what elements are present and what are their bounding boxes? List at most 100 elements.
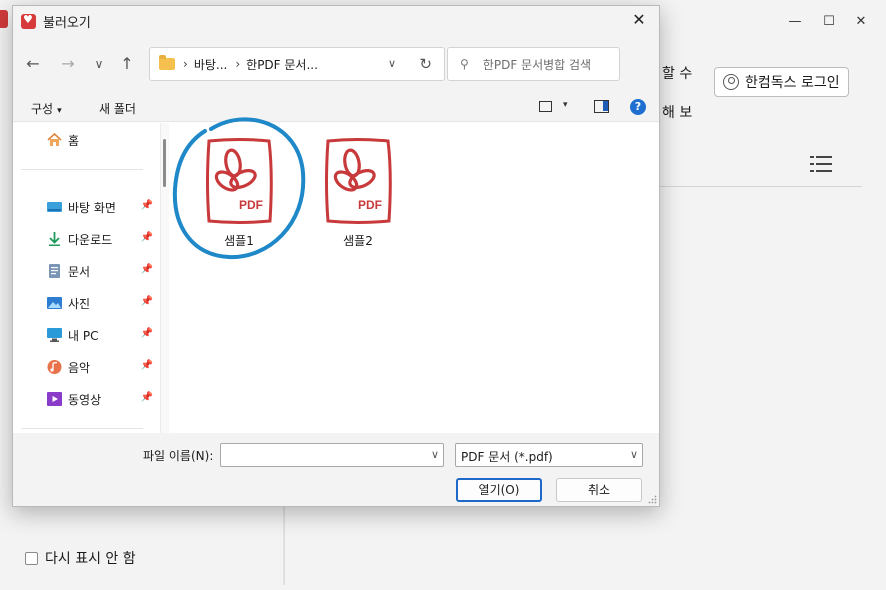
search-icon: ⚲ bbox=[460, 57, 469, 71]
breadcrumb-separator: › bbox=[235, 57, 241, 71]
divider bbox=[660, 186, 862, 187]
sidebar-item-label: 동영상 bbox=[68, 392, 102, 407]
sidebar-item-this-pc[interactable]: 내 PC 📌 bbox=[47, 326, 153, 344]
sidebar-item-label: 내 PC bbox=[68, 328, 99, 343]
file-type-value: PDF 문서 (*.pdf) bbox=[461, 450, 553, 464]
breadcrumb-current-folder[interactable]: 한PDF 문서... bbox=[246, 56, 318, 73]
pin-icon[interactable]: 📌 bbox=[141, 360, 153, 371]
resize-grip-icon[interactable] bbox=[648, 495, 657, 504]
pin-icon[interactable]: 📌 bbox=[141, 200, 153, 211]
navigation-bar: ← → ∨ ↑ › 바탕... › 한PDF 문서... ∨ ↻ ⚲ 한PDF … bbox=[13, 36, 659, 92]
divider bbox=[21, 169, 143, 170]
pdf-file-icon: PDF bbox=[206, 138, 273, 224]
cancel-button[interactable]: 취소 bbox=[556, 478, 642, 502]
organize-button[interactable]: 구성 ▾ bbox=[31, 100, 62, 117]
organize-label: 구성 bbox=[31, 102, 54, 116]
dialog-title: 불러오기 bbox=[43, 15, 91, 31]
file-type-select[interactable]: PDF 문서 (*.pdf) ∨ bbox=[455, 443, 643, 467]
close-icon[interactable]: ✕ bbox=[631, 12, 647, 28]
pin-icon[interactable]: 📌 bbox=[141, 232, 153, 243]
up-arrow-icon[interactable]: ↑ bbox=[117, 54, 137, 74]
open-button[interactable]: 열기(O) bbox=[456, 478, 542, 502]
file-list-area: PDF 샘플1 PDF 샘플2 bbox=[169, 117, 659, 433]
divider bbox=[284, 505, 285, 585]
sidebar-scrollbar[interactable] bbox=[161, 123, 169, 433]
scrollbar-thumb[interactable] bbox=[163, 139, 166, 187]
sidebar-item-label: 문서 bbox=[68, 264, 91, 279]
divider bbox=[21, 428, 143, 429]
partial-text: 해 보 bbox=[662, 105, 693, 121]
pictures-icon bbox=[47, 296, 62, 310]
sidebar-item-label: 바탕 화면 bbox=[68, 200, 116, 215]
download-icon bbox=[47, 232, 62, 246]
sidebar-item-music[interactable]: 음악 📌 bbox=[47, 358, 153, 376]
file-name: 샘플1 bbox=[224, 234, 254, 248]
login-label: 한컴독스 로그인 bbox=[745, 75, 840, 91]
filename-label: 파일 이름(N): bbox=[143, 449, 214, 463]
sidebar-item-home[interactable]: 홈 bbox=[47, 131, 153, 149]
video-icon bbox=[47, 392, 62, 406]
sidebar-item-label: 홈 bbox=[68, 133, 80, 148]
desktop-icon bbox=[47, 200, 62, 214]
folder-icon bbox=[159, 55, 175, 70]
file-name: 샘플2 bbox=[343, 234, 373, 248]
file-item[interactable]: PDF 샘플2 bbox=[313, 133, 403, 249]
address-bar[interactable]: › 바탕... › 한PDF 문서... ∨ ↻ bbox=[149, 47, 445, 81]
pin-icon[interactable]: 📌 bbox=[141, 392, 153, 403]
app-close-button[interactable]: ✕ bbox=[853, 14, 869, 30]
partial-text: 할 수 bbox=[662, 66, 693, 82]
sidebar-item-downloads[interactable]: 다운로드 📌 bbox=[47, 230, 153, 248]
navigation-pane: 홈 바탕 화면 📌 다운로드 📌 문서 📌 사진 📌 내 PC 📌 음악 📌 동… bbox=[13, 123, 161, 433]
sidebar-item-videos[interactable]: 동영상 📌 bbox=[47, 390, 153, 408]
dont-show-again-checkbox[interactable] bbox=[25, 551, 38, 565]
dont-show-again-label: 다시 표시 안 함 bbox=[45, 551, 136, 567]
dialog-footer: 파일 이름(N): ∨ PDF 문서 (*.pdf) ∨ 열기(O) 취소 bbox=[13, 433, 659, 506]
pin-icon[interactable]: 📌 bbox=[141, 328, 153, 339]
sidebar-item-pictures[interactable]: 사진 📌 bbox=[47, 294, 153, 312]
app-icon bbox=[21, 13, 36, 29]
breadcrumb-separator: › bbox=[183, 57, 188, 71]
search-input[interactable]: ⚲ 한PDF 문서병합 검색 bbox=[447, 47, 620, 81]
search-placeholder: 한PDF 문서병합 검색 bbox=[482, 57, 592, 72]
minimize-button[interactable]: — bbox=[787, 14, 803, 30]
caret-down-icon: ▾ bbox=[57, 106, 62, 116]
sidebar-item-label: 다운로드 bbox=[68, 232, 113, 247]
breadcrumb-desktop[interactable]: 바탕... bbox=[194, 56, 228, 73]
music-icon bbox=[47, 360, 62, 374]
file-item[interactable]: PDF 샘플1 bbox=[194, 133, 284, 249]
user-icon bbox=[723, 74, 739, 90]
filename-input[interactable]: ∨ bbox=[220, 443, 444, 467]
pin-icon[interactable]: 📌 bbox=[141, 264, 153, 275]
command-bar: 구성 ▾ 새 폴더 ▾ ? bbox=[13, 92, 659, 122]
recent-locations-icon[interactable]: ∨ bbox=[89, 54, 109, 74]
chevron-down-icon[interactable]: ∨ bbox=[388, 57, 396, 70]
list-view-icon[interactable] bbox=[810, 155, 832, 173]
forward-arrow-icon[interactable]: → bbox=[58, 54, 78, 74]
pdf-file-icon: PDF bbox=[325, 138, 392, 224]
refresh-icon[interactable]: ↻ bbox=[419, 55, 432, 73]
hancom-docs-login-button[interactable]: 한컴독스 로그인 bbox=[714, 67, 849, 97]
sidebar-item-label: 음악 bbox=[68, 360, 91, 375]
chevron-down-icon[interactable]: ∨ bbox=[431, 448, 439, 461]
left-panel bbox=[8, 505, 284, 585]
chevron-down-icon[interactable]: ∨ bbox=[630, 448, 638, 461]
pin-icon[interactable]: 📌 bbox=[141, 296, 153, 307]
help-icon[interactable]: ? bbox=[630, 99, 646, 115]
caret-down-icon[interactable]: ▾ bbox=[563, 100, 568, 110]
open-file-dialog: 불러오기 ✕ ← → ∨ ↑ › 바탕... › 한PDF 문서... ∨ ↻ … bbox=[12, 5, 660, 507]
computer-icon bbox=[47, 328, 62, 342]
pdf-badge-text: PDF bbox=[239, 198, 263, 212]
new-folder-button[interactable]: 새 폴더 bbox=[99, 100, 136, 117]
dont-show-again-row[interactable]: 다시 표시 안 함 bbox=[25, 548, 136, 568]
sidebar-item-documents[interactable]: 문서 📌 bbox=[47, 262, 153, 280]
pdf-badge-text: PDF bbox=[358, 198, 382, 212]
document-icon bbox=[47, 264, 62, 278]
dialog-titlebar: 불러오기 ✕ bbox=[13, 6, 659, 36]
home-icon bbox=[47, 132, 62, 147]
app-logo bbox=[0, 10, 8, 28]
view-mode-icon[interactable] bbox=[539, 101, 552, 112]
back-arrow-icon[interactable]: ← bbox=[23, 54, 43, 74]
maximize-button[interactable]: ☐ bbox=[821, 14, 837, 30]
preview-pane-icon[interactable] bbox=[594, 100, 609, 113]
sidebar-item-desktop[interactable]: 바탕 화면 📌 bbox=[47, 198, 153, 216]
